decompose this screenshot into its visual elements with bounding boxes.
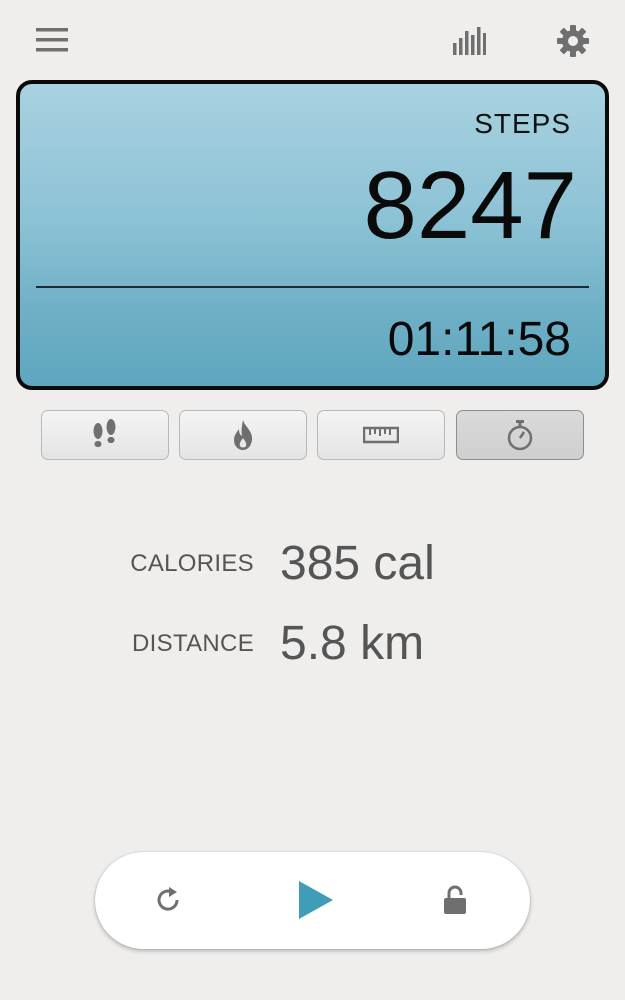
step-count: 8247	[363, 152, 577, 259]
mode-calories-button[interactable]	[179, 410, 307, 460]
display-mode-label: STEPS	[474, 108, 571, 139]
calories-value: 385 cal	[280, 537, 435, 590]
gear-icon	[557, 25, 589, 57]
calories-label: CALORIES	[130, 550, 254, 577]
display-divider	[36, 286, 589, 288]
distance-label: DISTANCE	[132, 630, 254, 657]
mode-time-button[interactable]	[456, 410, 584, 460]
stopwatch-icon	[507, 420, 533, 451]
top-toolbar	[0, 0, 625, 80]
reset-button[interactable]	[138, 870, 198, 930]
control-bar	[95, 852, 530, 949]
elapsed-timer: 01:11:58	[387, 313, 571, 366]
lock-button[interactable]	[425, 870, 485, 930]
play-icon	[299, 881, 333, 919]
hamburger-menu-icon	[36, 28, 68, 52]
statistics-button[interactable]	[446, 20, 492, 62]
play-button[interactable]	[285, 870, 345, 930]
bar-chart-icon	[453, 27, 486, 55]
distance-value: 5.8 km	[280, 617, 425, 670]
distance-stat: DISTANCE 5.8 km	[0, 614, 625, 674]
pedometer-display: STEPS 8247 01:11:58	[16, 80, 609, 390]
ruler-icon	[363, 426, 399, 444]
footprints-icon	[93, 419, 116, 447]
mode-distance-button[interactable]	[317, 410, 445, 460]
settings-button[interactable]	[550, 18, 596, 64]
calories-stat: CALORIES 385 cal	[0, 532, 625, 592]
menu-button[interactable]	[30, 20, 74, 60]
flame-icon	[234, 420, 253, 450]
reset-icon	[157, 887, 179, 911]
mode-steps-button[interactable]	[41, 410, 169, 460]
mode-selector	[41, 410, 584, 460]
lock-icon	[444, 885, 466, 914]
